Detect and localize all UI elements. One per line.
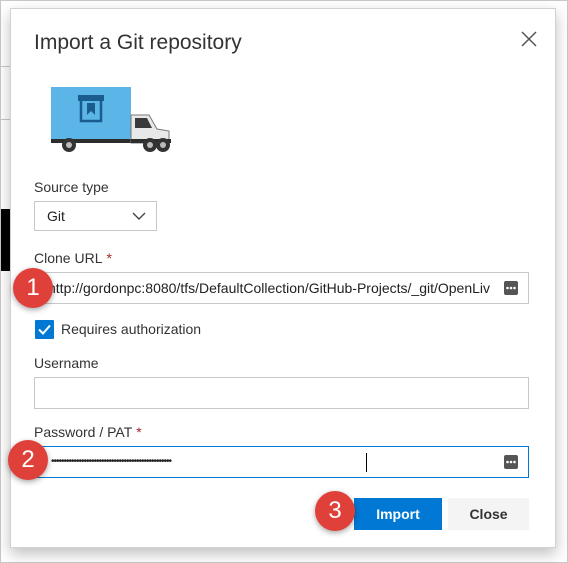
step-badge-2: 2 (8, 440, 48, 480)
password-masked-value: ••••••••••••••••••••••••••••••••••••••••… (51, 456, 172, 467)
checkmark-icon (38, 324, 51, 335)
more-options-icon[interactable] (504, 455, 518, 469)
clone-url-label-text: Clone URL (34, 250, 103, 266)
step-badge-1: 1 (13, 268, 53, 308)
source-type-value: Git (47, 208, 65, 224)
source-type-label: Source type (34, 179, 109, 195)
import-truck-icon (51, 87, 171, 152)
username-label: Username (34, 355, 99, 371)
clone-url-label: Clone URL * (34, 250, 112, 266)
username-input[interactable] (34, 377, 529, 409)
close-button[interactable]: Close (448, 498, 529, 530)
password-input[interactable]: ••••••••••••••••••••••••••••••••••••••••… (34, 446, 529, 478)
step-badge-3: 3 (315, 491, 355, 531)
clone-url-value: http://gordonpc:8080/tfs/DefaultCollecti… (48, 280, 491, 296)
password-label: Password / PAT * (34, 424, 142, 440)
more-options-icon[interactable] (504, 281, 518, 295)
clone-url-input[interactable]: http://gordonpc:8080/tfs/DefaultCollecti… (34, 272, 529, 304)
close-icon[interactable] (517, 27, 541, 51)
import-button[interactable]: Import (354, 498, 442, 530)
requires-authorization-checkbox[interactable] (35, 320, 54, 339)
required-marker: * (136, 424, 142, 440)
source-type-select[interactable]: Git (34, 201, 157, 231)
text-caret (366, 453, 367, 472)
import-git-dialog: Import a Git repository Source type Git … (10, 8, 556, 548)
password-label-text: Password / PAT (34, 424, 133, 440)
dialog-title: Import a Git repository (34, 31, 242, 54)
requires-authorization-label[interactable]: Requires authorization (61, 321, 201, 337)
required-marker: * (106, 250, 112, 266)
chevron-down-icon (132, 212, 146, 220)
